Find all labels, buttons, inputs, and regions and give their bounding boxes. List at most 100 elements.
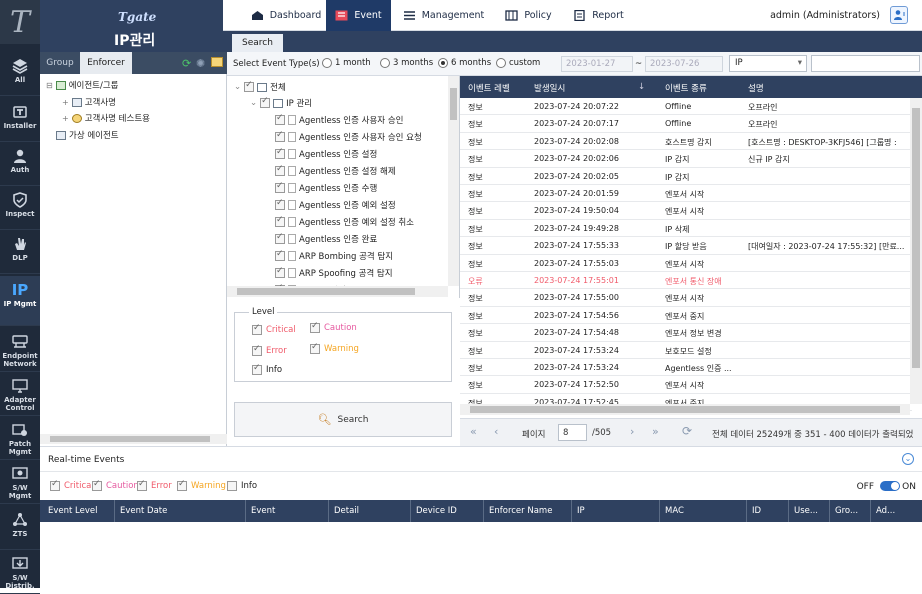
table-row[interactable]: 정보 2023-07-24 20:07:22 Offline 오프라인 [460,98,912,116]
checkbox-icon[interactable] [275,181,285,193]
type-group[interactable]: ⌄ IP 관리 [250,96,312,109]
checkbox-icon[interactable] [310,321,320,333]
event-type-item[interactable]: Agentless 인증 예외 설정 취소 [275,215,414,228]
rail-item-dlp[interactable]: DLP [0,230,40,274]
collapse-icon[interactable]: ⌄ [250,98,257,108]
level-warning[interactable]: Warning [310,342,359,354]
table-row[interactable]: 정보 2023-07-24 17:55:33 IP 할당 받음 [대여일자 : 202… [460,237,912,255]
event-type-item[interactable]: Agentless 인증 사용자 승인 [275,113,403,126]
event-type-item[interactable]: ARP Bombing 공격 탐지 [275,249,393,262]
expand-icon[interactable]: + [62,98,69,107]
folder-icon[interactable] [211,57,223,67]
event-type-item[interactable]: ARP Spoofing 공격 탐지 [275,266,393,279]
checkbox-icon[interactable] [244,80,255,92]
range-6-months[interactable]: 6 months [438,58,491,68]
date-from-input[interactable]: 2023-01-27 [561,56,633,72]
tree-item[interactable]: + 고객사명 [62,96,116,108]
grid-hscrollbar[interactable] [460,404,910,415]
rail-item-ip-mgmt[interactable]: IP IP Mgmt [0,276,40,326]
checkbox-icon[interactable] [275,113,285,125]
first-page-icon[interactable]: « [470,425,477,438]
table-row[interactable]: 정보 2023-07-24 19:50:04 엔포서 시작 [460,202,912,220]
checkbox-icon[interactable] [275,215,285,227]
level-caution[interactable]: Caution [310,321,357,333]
nav-management[interactable]: Management [401,0,486,31]
rail-item-zts[interactable]: ZTS [0,506,40,550]
page-input[interactable]: 8 [558,424,587,441]
rail-item-installer[interactable]: Installer [0,98,40,142]
col-date[interactable]: 발생일시 [534,82,565,94]
checkbox-icon[interactable] [275,198,285,210]
checkbox-icon[interactable] [252,363,262,375]
table-row[interactable]: 정보 2023-07-24 17:55:00 엔포서 시작 [460,289,912,307]
table-row[interactable]: 정보 2023-07-24 17:54:48 엔포서 정보 변경 [460,324,912,342]
tab-group[interactable]: Group [40,52,80,74]
rt-filter-critical[interactable]: Critical [50,479,94,491]
table-row[interactable]: 정보 2023-07-24 17:53:24 Agentless 인증 ... [460,359,912,377]
type-vscrollbar[interactable] [448,76,459,286]
rail-item-inspect[interactable]: Inspect [0,186,40,230]
checkbox-icon[interactable] [275,130,285,142]
rail-item-patch-mgmt[interactable]: Patch Mgmt [0,416,40,460]
event-type-item[interactable]: Agentless 인증 설정 [275,147,377,160]
checkbox-icon[interactable] [252,323,262,335]
collapse-icon[interactable]: ⌄ [234,82,241,92]
col-event-level[interactable]: 이벤트 레벨 [468,82,510,94]
checkbox-icon[interactable] [260,96,271,108]
collapse-circle-icon[interactable]: ⌄ [902,453,914,465]
table-row[interactable]: 정보 2023-07-24 17:54:56 엔포서 중지 [460,307,912,325]
tree-item[interactable]: ⊟ 에이전트/그룹 [46,79,119,91]
next-page-icon[interactable]: › [630,425,634,438]
rt-filter-caution[interactable]: Caution [92,479,139,491]
table-row[interactable]: 정보 2023-07-24 20:07:17 Offline 오프라인 [460,115,912,133]
tree-hscroll-thumb[interactable] [50,436,210,442]
checkbox-icon[interactable] [227,481,237,491]
rail-item-sw-mgmt[interactable]: S/W Mgmt [0,460,40,504]
user-menu-icon[interactable] [890,6,908,24]
nav-event[interactable]: Event [326,0,391,31]
refresh-icon[interactable]: ⟳ [182,57,191,70]
refresh-icon[interactable]: ⟳ [682,424,692,438]
range-3-months[interactable]: 3 months [380,58,433,68]
rt-col-header[interactable]: Gro... [835,506,858,516]
table-row[interactable]: 정보 2023-07-24 20:01:59 엔포서 시작 [460,185,912,203]
nav-dashboard[interactable]: Dashboard [241,0,331,31]
collapse-icon[interactable]: ⊟ [46,81,53,90]
grid-hscroll-thumb[interactable] [470,406,900,413]
rt-col-header[interactable]: IP [577,506,585,516]
rail-item-all[interactable]: All [0,52,40,96]
rt-col-header[interactable]: Event Level [48,506,98,516]
rail-item-adapter-control[interactable]: Adapter Control [0,372,40,416]
table-row[interactable]: 정보 2023-07-24 19:49:28 IP 삭제 [460,220,912,238]
tab-enforcer[interactable]: Enforcer [80,52,132,74]
checkbox-icon[interactable] [275,266,285,278]
range-custom[interactable]: custom [496,58,540,68]
event-type-item[interactable]: Agentless 인증 수행 [275,181,377,194]
rt-col-header[interactable]: Use... [794,506,818,516]
checkbox-icon[interactable] [177,479,187,491]
checkbox-icon[interactable] [275,147,285,159]
col-event-type[interactable]: 이벤트 종류 [665,82,707,94]
checkbox-icon[interactable] [275,249,285,261]
sort-down-icon[interactable]: ↓ [638,82,645,92]
event-type-item[interactable]: Agentless 인증 완료 [275,232,377,245]
nav-policy[interactable]: Policy [501,0,556,31]
rail-item-auth[interactable]: Auth [0,142,40,186]
rt-col-header[interactable]: ID [752,506,761,516]
table-row[interactable]: 정보 2023-07-24 20:02:05 IP 감지 [460,168,912,185]
event-type-item[interactable]: Agentless 인증 예외 설정 [275,198,396,211]
type-vscroll-thumb[interactable] [450,88,457,120]
prev-page-icon[interactable]: ‹ [494,425,498,438]
tree-item[interactable]: + 고객사명 테스트용 [62,112,150,124]
event-type-item[interactable]: Agentless 인증 사용자 승인 요청 [275,130,422,143]
checkbox-icon[interactable] [310,342,320,354]
gear-icon[interactable]: ✺ [196,57,205,70]
range-1-month[interactable]: 1 month [322,58,371,68]
table-row[interactable]: 정보 2023-07-24 17:55:03 엔포서 시작 [460,255,912,272]
checkbox-icon[interactable] [275,232,285,244]
tab-search[interactable]: Search [232,34,283,52]
date-to-input[interactable]: 2023-07-26 [645,56,723,72]
checkbox-icon[interactable] [137,479,147,491]
checkbox-icon[interactable] [92,479,102,491]
col-description[interactable]: 설명 [748,82,764,94]
